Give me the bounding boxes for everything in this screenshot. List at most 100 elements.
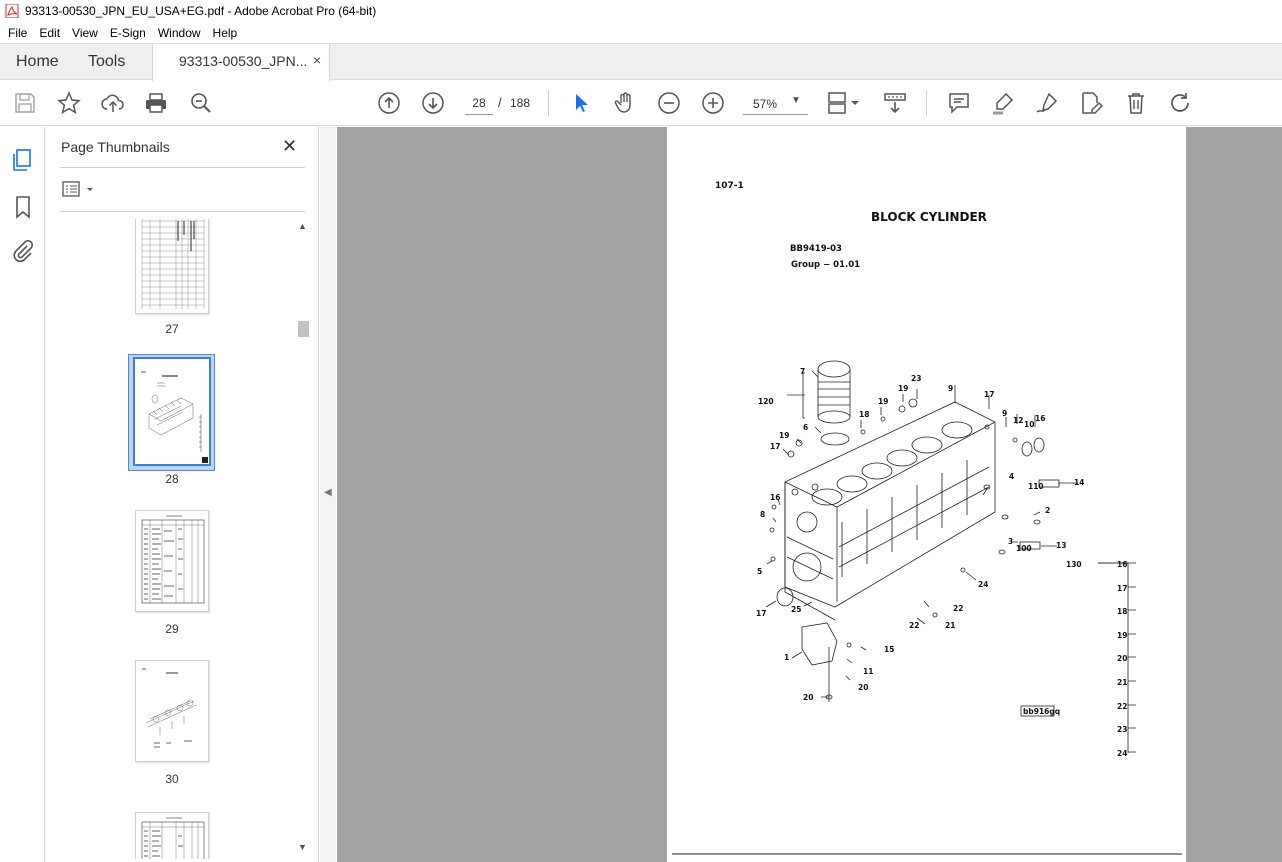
legend-item: 24 (1117, 749, 1127, 758)
menu-edit[interactable]: Edit (35, 26, 64, 40)
callout: 19 (779, 431, 789, 440)
callout: 16 (1035, 414, 1045, 423)
window-title: 93313-00530_JPN_EU_USA+EG.pdf - Adobe Ac… (25, 4, 377, 18)
bookmark-icon[interactable] (11, 195, 35, 219)
zoom-select[interactable]: 57% ▼ (743, 91, 808, 115)
legend-item: 18 (1117, 607, 1127, 616)
callout: 16 (770, 493, 780, 502)
attachment-icon[interactable] (11, 239, 35, 264)
title-bar: 93313-00530_JPN_EU_USA+EG.pdf - Adobe Ac… (0, 0, 1282, 22)
delete-icon[interactable] (1124, 91, 1148, 115)
legend-item: 22 (1117, 702, 1127, 711)
thumbnail-page-27[interactable] (135, 219, 209, 314)
callout: 9 (948, 384, 953, 393)
navigation-rail (0, 127, 45, 862)
callout: 20 (803, 693, 813, 702)
zoom-value: 57% (753, 97, 778, 111)
collapse-panel-icon[interactable]: ◀ (324, 487, 332, 498)
thumbnail-page-31[interactable] (135, 812, 209, 859)
hand-icon[interactable] (613, 91, 637, 115)
close-tab-icon[interactable]: × (313, 52, 321, 68)
thumbnail-list: 27 28 29 30 (46, 219, 296, 859)
callout: 17 (756, 609, 766, 618)
callout: 17 (770, 442, 780, 451)
page-number-input[interactable]: 28 (465, 91, 493, 115)
legend-item: 17 (1117, 584, 1127, 593)
page-thumbnails-panel: Page Thumbnails ✕ 27 28 29 30 ▲ ▼ (46, 127, 319, 862)
callout: 7 (800, 367, 805, 376)
scroll-up-arrow-icon[interactable]: ▲ (298, 221, 307, 231)
thumbnail-scrollbar[interactable]: ▲ ▼ (295, 219, 311, 856)
page-up-icon[interactable] (377, 91, 401, 115)
legend-item: 19 (1117, 631, 1127, 640)
zoom-out-icon[interactable] (657, 91, 681, 115)
panel-title: Page Thumbnails (61, 139, 170, 155)
callout: 1 (784, 653, 789, 662)
panel-splitter[interactable]: ◀ (320, 127, 336, 862)
thumbnail-page-29[interactable] (135, 510, 209, 612)
thumbnail-label: 27 (165, 322, 179, 336)
highlight-pen-icon[interactable] (991, 91, 1015, 115)
thumbnail-page-28[interactable] (133, 357, 211, 466)
page-layout-icon[interactable] (827, 91, 861, 115)
legend-group-label: 130 (1066, 560, 1082, 569)
callout: 24 (978, 580, 988, 589)
callout: 9 (1002, 409, 1007, 418)
legend-item: 23 (1117, 725, 1127, 734)
callout: 100 (1016, 544, 1032, 553)
menu-bar: File Edit View E-Sign Window Help (0, 22, 1282, 43)
callout: 17 (984, 390, 994, 399)
scroll-down-arrow-icon[interactable]: ▼ (298, 842, 307, 852)
callout: 13 (1056, 541, 1066, 550)
callout: 12 (1013, 416, 1023, 425)
tab-home[interactable]: Home (16, 44, 59, 80)
print-icon[interactable] (144, 91, 168, 115)
thumbnail-label: 28 (165, 472, 179, 486)
page-separator: / (498, 95, 502, 110)
thumbnail-options-button[interactable] (62, 181, 102, 199)
callout: 21 (945, 621, 955, 630)
close-icon[interactable]: ✕ (282, 136, 297, 157)
block-cylinder-diagram: 7 120 6 19 17 18 19 19 23 9 17 9 12 10 1… (672, 360, 1182, 855)
comment-icon[interactable] (947, 91, 971, 115)
thumbnail-label: 30 (165, 772, 179, 786)
tab-tools[interactable]: Tools (88, 44, 125, 80)
callout: 10 (1024, 420, 1034, 429)
edit-pdf-icon[interactable] (1079, 91, 1104, 115)
callout: 120 (758, 397, 774, 406)
menu-window[interactable]: Window (154, 26, 205, 40)
star-icon[interactable] (57, 91, 81, 115)
main-toolbar: 28 / 188 57% ▼ (0, 81, 1282, 126)
tab-bar: Home Tools 93313-00530_JPN... × (0, 43, 1282, 81)
callout: 15 (884, 645, 894, 654)
menu-help[interactable]: Help (209, 26, 242, 40)
callout: 3 (1008, 537, 1013, 546)
callout: 19 (898, 384, 908, 393)
menu-file[interactable]: File (4, 26, 31, 40)
tab-document[interactable]: 93313-00530_JPN... × (152, 44, 330, 81)
menu-view[interactable]: View (68, 26, 102, 40)
menu-esign[interactable]: E-Sign (106, 26, 150, 40)
scroll-mode-icon[interactable] (883, 91, 907, 115)
sign-icon[interactable] (1035, 91, 1059, 115)
legend-item: 16 (1117, 560, 1127, 569)
upload-icon[interactable] (101, 91, 125, 115)
document-viewer[interactable]: 107-1 BLOCK CYLINDER BB9419-03 Group − 0… (337, 127, 1282, 862)
select-arrow-icon[interactable] (569, 91, 593, 115)
rotate-icon[interactable] (1168, 91, 1192, 115)
callout: 18 (859, 410, 869, 419)
page-down-icon[interactable] (421, 91, 445, 115)
callout: 5 (757, 567, 762, 576)
page-thumbnails-icon[interactable] (11, 148, 35, 172)
zoom-search-icon[interactable] (189, 91, 213, 115)
callout: 20 (858, 683, 868, 692)
callout: 22 (953, 604, 963, 613)
callout: 8 (760, 510, 765, 519)
scrollbar-thumb[interactable] (298, 321, 309, 337)
save-icon[interactable] (13, 91, 37, 115)
zoom-in-icon[interactable] (701, 91, 725, 115)
divider (60, 167, 305, 168)
thumbnail-page-30[interactable] (135, 660, 209, 762)
thumbnail-label: 29 (165, 622, 179, 636)
document-tab-title: 93313-00530_JPN... (179, 53, 308, 69)
